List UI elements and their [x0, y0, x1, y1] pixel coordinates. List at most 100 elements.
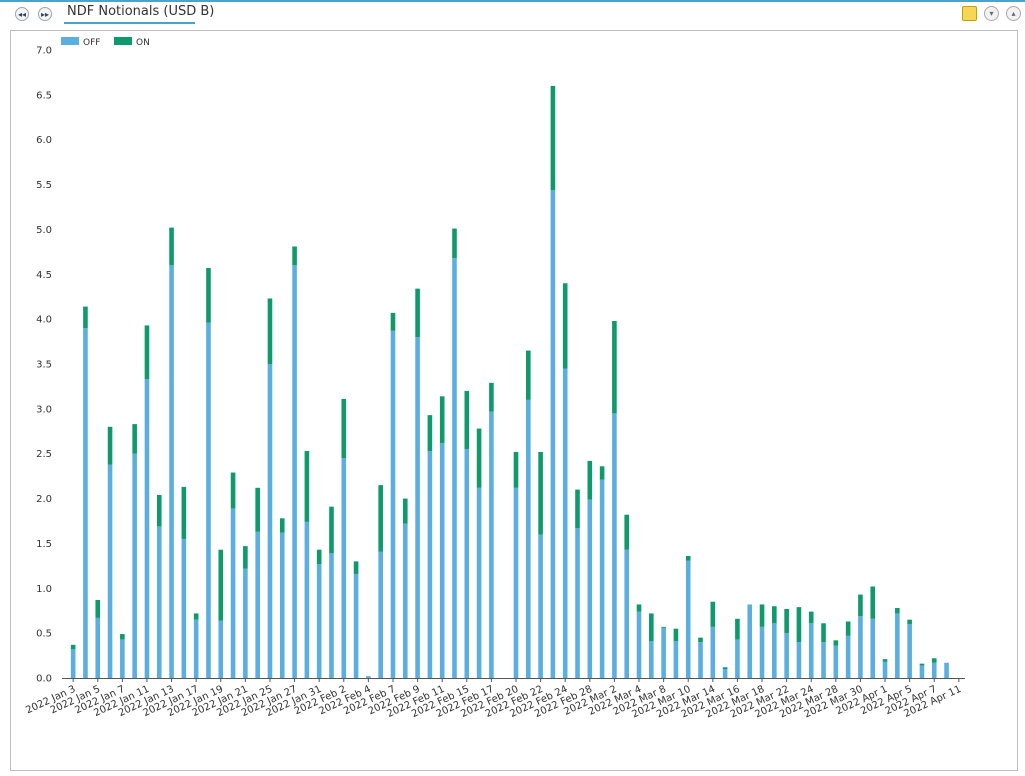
- y-tick-label: 3.5: [36, 360, 52, 371]
- legend-swatch-off: [61, 37, 79, 45]
- bar-off: [132, 454, 137, 678]
- bar-off: [366, 676, 371, 678]
- bar-off: [526, 400, 531, 678]
- bar-off: [637, 612, 642, 678]
- bar-on: [797, 607, 802, 642]
- bar-on: [883, 659, 888, 662]
- y-tick-label: 0.0: [36, 674, 52, 685]
- bar-off: [661, 628, 666, 678]
- bar-on: [649, 613, 654, 641]
- y-tick-label: 0.5: [36, 629, 52, 640]
- stacked-bar-chart: OFFON 0.00.51.01.52.02.53.03.54.04.55.05…: [0, 0, 1025, 776]
- bar-off: [218, 621, 223, 678]
- bar-off: [551, 190, 556, 678]
- bar-on: [317, 550, 322, 564]
- bar-on: [428, 415, 433, 451]
- bar-on: [95, 600, 100, 618]
- bar-on: [538, 452, 543, 535]
- bar-on: [821, 623, 826, 642]
- bar-off: [317, 564, 322, 678]
- bar-on: [243, 546, 248, 568]
- bar-off: [403, 524, 408, 678]
- bar-on: [870, 586, 875, 618]
- bar-on: [391, 313, 396, 331]
- legend: OFFON: [61, 37, 150, 48]
- bar-on: [600, 466, 605, 479]
- bar-on: [452, 229, 457, 259]
- bar-off: [415, 337, 420, 678]
- bar-on: [108, 427, 113, 465]
- bar-on: [182, 487, 187, 539]
- bar-off: [255, 532, 260, 678]
- bar-on: [194, 613, 199, 619]
- y-tick-label: 1.5: [36, 539, 52, 550]
- bar-off: [428, 451, 433, 678]
- bar-on: [612, 321, 617, 413]
- y-tick-label: 5.5: [36, 180, 52, 191]
- bar-off: [895, 613, 900, 678]
- bar-on: [563, 283, 568, 368]
- bar-on: [735, 619, 740, 640]
- bar-on: [760, 604, 765, 626]
- bar-off: [120, 639, 125, 678]
- bar-off: [711, 627, 716, 678]
- bar-off: [268, 364, 273, 678]
- bar-on: [354, 561, 359, 574]
- bar-off: [71, 649, 76, 678]
- bar-on: [895, 608, 900, 613]
- bar-off: [194, 620, 199, 678]
- bar-off: [182, 539, 187, 678]
- bar-on: [723, 667, 728, 669]
- bars: [71, 86, 949, 678]
- bar-off: [932, 663, 937, 678]
- bar-on: [120, 634, 125, 639]
- y-tick-label: 7.0: [36, 46, 52, 57]
- bar-on: [514, 452, 519, 488]
- bar-on: [526, 351, 531, 400]
- bar-off: [563, 368, 568, 678]
- bar-off: [797, 642, 802, 678]
- bar-on: [255, 488, 260, 532]
- bar-off: [391, 331, 396, 678]
- bar-off: [514, 488, 519, 678]
- bar-off: [674, 641, 679, 678]
- bar-off: [747, 604, 752, 678]
- bar-on: [858, 595, 863, 617]
- bar-off: [280, 533, 285, 678]
- bar-on: [83, 307, 88, 329]
- bar-off: [378, 552, 383, 679]
- bar-on: [403, 499, 408, 524]
- bar-on: [71, 645, 76, 649]
- bar-off: [95, 618, 100, 678]
- bar-off: [206, 323, 211, 678]
- bar-off: [624, 550, 629, 678]
- bar-off: [489, 412, 494, 678]
- bar-off: [883, 662, 888, 678]
- bar-off: [809, 623, 814, 678]
- y-tick-label: 5.0: [36, 225, 52, 236]
- y-tick-label: 6.5: [36, 90, 52, 101]
- bar-on: [218, 550, 223, 621]
- bar-off: [649, 641, 654, 678]
- bar-on: [637, 604, 642, 611]
- bar-on: [772, 606, 777, 623]
- legend-swatch-on: [114, 37, 132, 45]
- y-tick-label: 1.0: [36, 584, 52, 595]
- bar-on: [305, 451, 310, 522]
- bar-off: [784, 633, 789, 678]
- bar-on: [440, 396, 445, 443]
- bar-on: [231, 473, 236, 509]
- bar-on: [932, 658, 937, 662]
- bar-off: [735, 639, 740, 678]
- bar-off: [305, 522, 310, 678]
- bar-on: [145, 325, 150, 379]
- bar-off: [600, 480, 605, 678]
- bar-off: [83, 328, 88, 678]
- bar-on: [280, 518, 285, 532]
- bar-on: [809, 612, 814, 624]
- bar-off: [834, 646, 839, 678]
- bar-on: [489, 383, 494, 412]
- bar-off: [341, 458, 346, 678]
- bar-on: [575, 490, 580, 529]
- bar-off: [329, 553, 334, 678]
